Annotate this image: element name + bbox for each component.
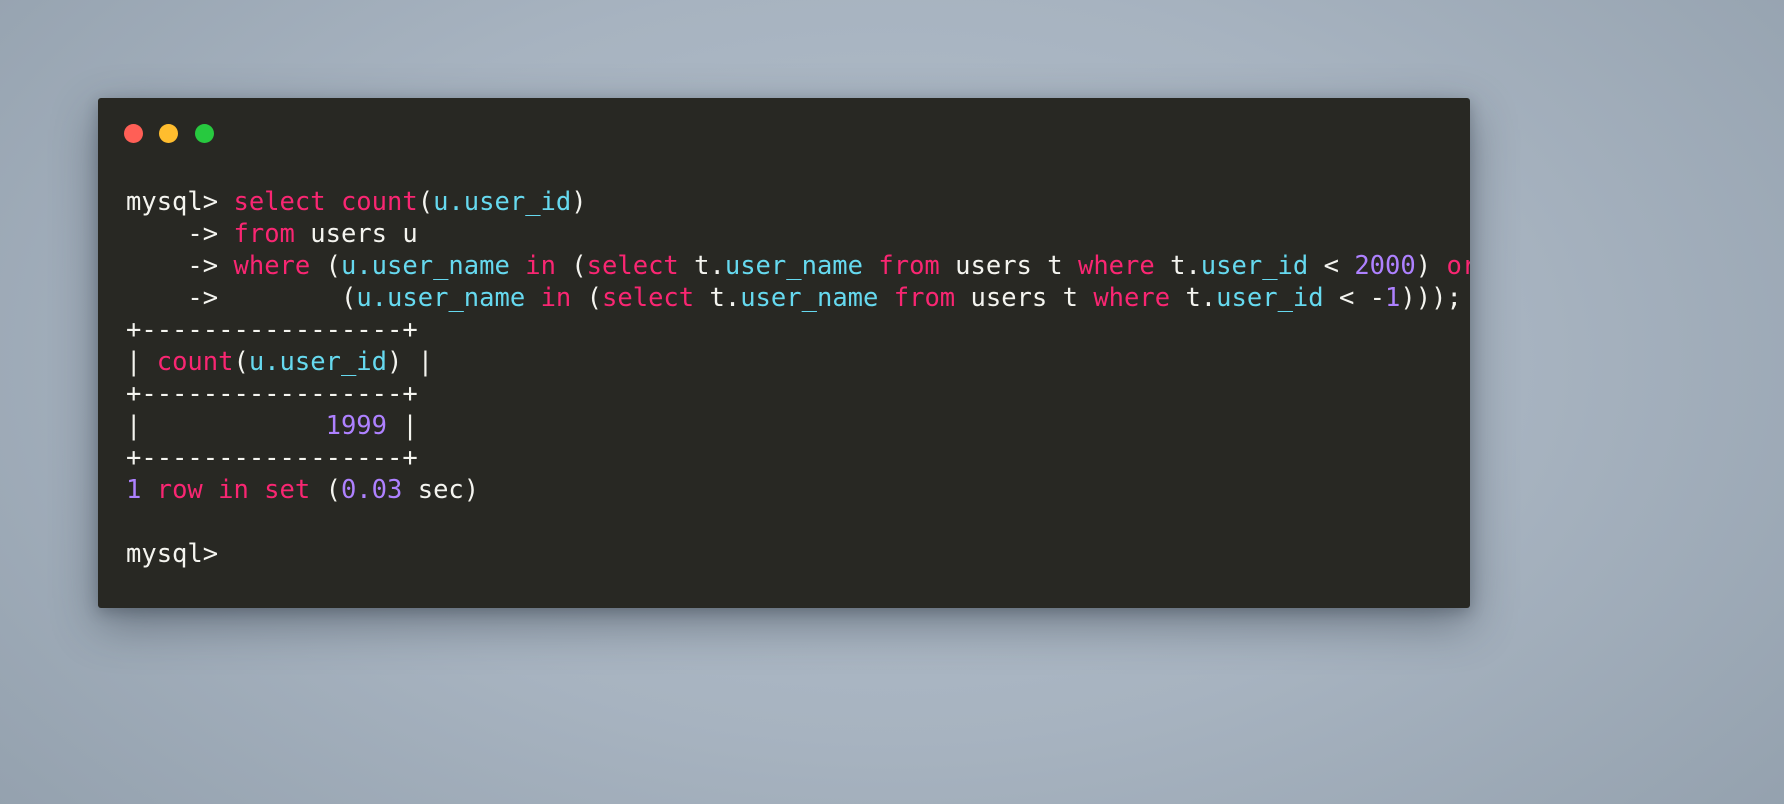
function-count: count (340, 187, 418, 217)
keyword-select-sub: select (586, 251, 679, 281)
punct: ( (571, 283, 603, 313)
keyword-where: where (233, 251, 311, 281)
keyword-select: select (233, 187, 326, 217)
keyword-in: in (540, 283, 572, 313)
desktop-background: mysql> select count(u.user_id) -> from u… (0, 0, 1784, 804)
keyword-where-sub: where (1093, 283, 1171, 313)
terminal-line-query-1: mysql> select count(u.user_id) (126, 186, 1470, 218)
alias-prefix: t. (1170, 283, 1217, 313)
window-close-button[interactable] (124, 124, 143, 143)
result-table-border-mid: +-----------------+ (126, 379, 418, 409)
keyword-from-sub: from (878, 251, 940, 281)
alias-prefix: t. (678, 251, 725, 281)
keyword-from: from (233, 219, 295, 249)
terminal-line-query-3: -> where (u.user_name in (select t.user_… (126, 250, 1470, 282)
result-table-value-row: | 1999 | (126, 410, 1470, 442)
paren-close: ) (387, 347, 403, 377)
identifier-u-user-name: u.user_name (340, 251, 510, 281)
column-header-count: count (156, 347, 234, 377)
status-text: row in set (141, 475, 326, 505)
window-minimize-button[interactable] (159, 124, 178, 143)
keyword-where-sub: where (1077, 251, 1155, 281)
identifier-u-user-name: u.user_name (356, 283, 526, 313)
column-header-identifier: u.user_id (248, 347, 388, 377)
pipe-left: | (126, 411, 142, 441)
alias-prefix: t. (1154, 251, 1201, 281)
paren-close: ) (571, 187, 587, 217)
elapsed-seconds: 0.03 (340, 475, 403, 505)
pipe-right: | (387, 411, 418, 441)
paren-open: ( (417, 187, 434, 217)
status-unit: sec) (402, 475, 480, 505)
punct: ( (555, 251, 587, 281)
terminal-line-query-4: -> (u.user_name in (select t.user_name f… (126, 282, 1470, 314)
punct: ) (1415, 251, 1447, 281)
identifier-user-id: user_id (1216, 283, 1324, 313)
row-count: 1 (126, 475, 142, 505)
terminal-output-area[interactable]: mysql> select count(u.user_id) -> from u… (98, 172, 1470, 608)
keyword-select-sub: select (602, 283, 695, 313)
table-ref-sub: users t (955, 283, 1094, 313)
number-1: 1 (1385, 283, 1401, 313)
identifier-user-id: user_id (1200, 251, 1309, 281)
continuation-prompt: -> (187, 283, 219, 313)
result-table-header-row: | count(u.user_id) | (126, 346, 1470, 378)
table-ref-sub: users t (939, 251, 1078, 281)
pad (218, 283, 341, 313)
punct-terminator: ))); (1400, 283, 1462, 313)
keyword-or: or (1446, 251, 1470, 281)
result-status-line: 1 row in set (0.03 sec) (126, 474, 1470, 506)
result-table-border-bottom: +-----------------+ (126, 443, 418, 473)
operator-lt: < (1308, 251, 1355, 281)
identifier-user-name: user_name (724, 251, 864, 281)
identifier-u-user-id: u.user_id (433, 187, 572, 217)
terminal-line-query-2: -> from users u (126, 218, 1470, 250)
pipe-right: | (402, 347, 434, 377)
continuation-prompt: -> (187, 251, 234, 281)
alias-prefix: t. (694, 283, 741, 313)
window-maximize-button[interactable] (195, 124, 214, 143)
result-value-count: 1999 (325, 411, 388, 441)
paren-open: ( (325, 475, 341, 505)
mysql-prompt: mysql> (126, 187, 234, 217)
continuation-prompt: -> (187, 219, 234, 249)
punct: ( (340, 283, 357, 313)
number-2000: 2000 (1354, 251, 1416, 281)
terminal-title-bar (98, 98, 1470, 172)
cell-pad (141, 411, 325, 441)
paren-open: ( (233, 347, 249, 377)
keyword-in: in (525, 251, 556, 281)
identifier-user-name: user_name (740, 283, 879, 313)
operator-lt-negative: < - (1323, 283, 1386, 313)
pipe-left: | (126, 347, 157, 377)
keyword-from-sub: from (893, 283, 956, 313)
table-ref: users u (294, 219, 418, 249)
terminal-window: mysql> select count(u.user_id) -> from u… (98, 98, 1470, 608)
final-mysql-prompt: mysql> (126, 539, 219, 569)
result-table-border-top: +-----------------+ (126, 315, 418, 345)
punct: ( (310, 251, 341, 281)
